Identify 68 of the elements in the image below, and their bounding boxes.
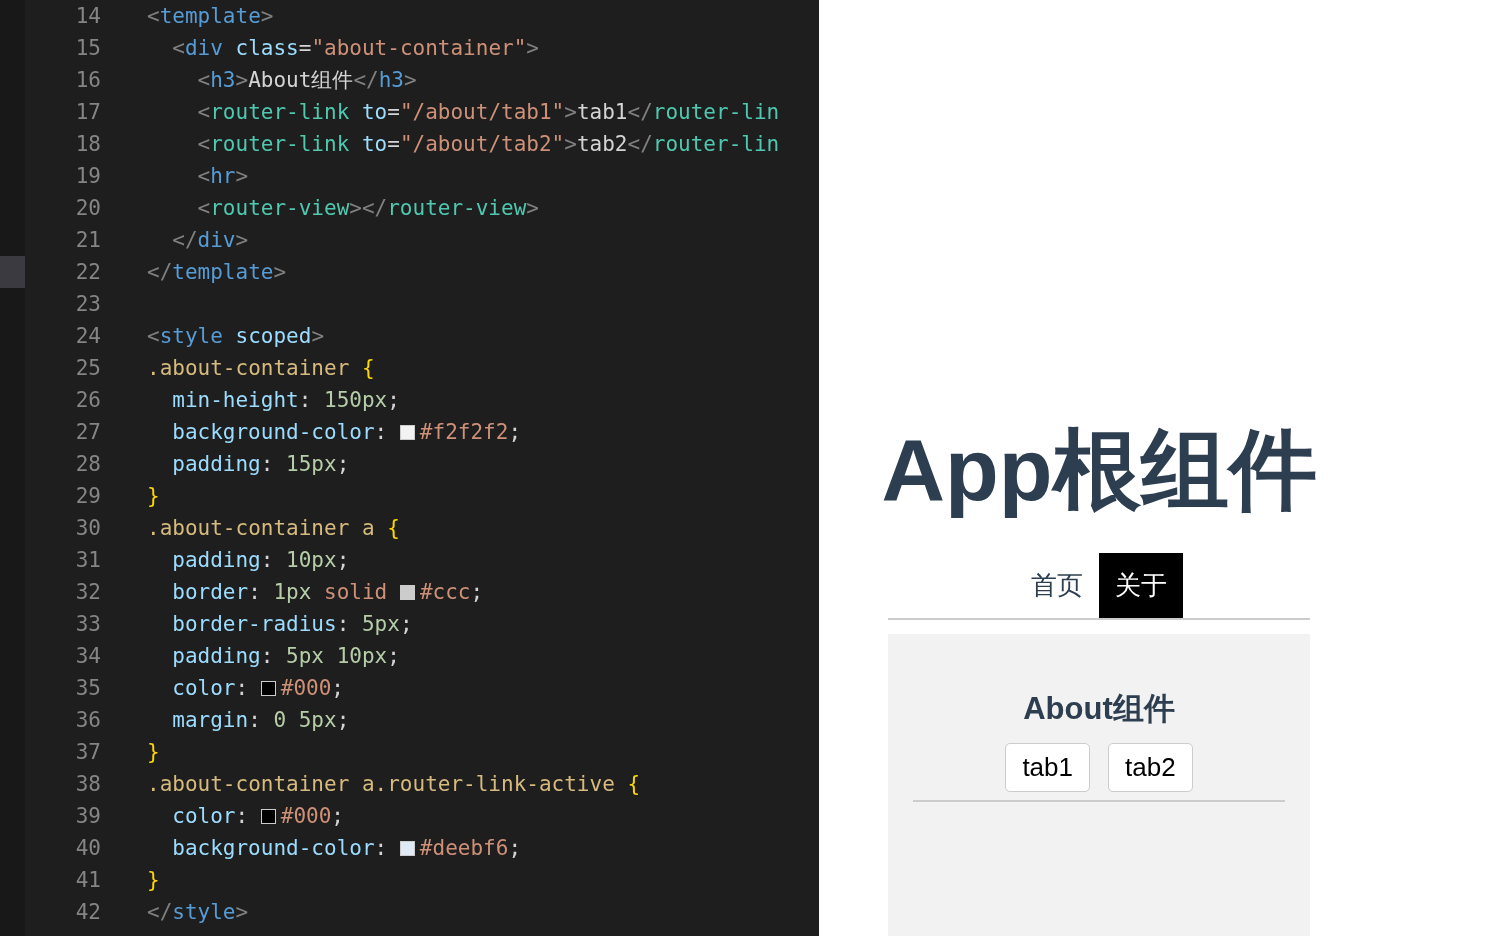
code-text: margin: 0 5px; <box>172 708 350 732</box>
line-number: 38 <box>74 772 102 796</box>
code-text: </style> <box>147 900 249 924</box>
line-number: 19 <box>74 164 102 188</box>
nav-link[interactable]: 首页 <box>1015 553 1099 618</box>
code-text: </template> <box>147 260 287 284</box>
code-text: <router-link to="/about/tab2">tab2</router-lin <box>197 132 780 156</box>
code-text: <div class="about-container"> <box>172 36 539 60</box>
line-number: 25 <box>74 356 102 380</box>
line-number: 39 <box>74 804 102 828</box>
line-number: 14 <box>74 4 102 28</box>
line-number: 24 <box>74 324 102 348</box>
code-text: #000; <box>280 804 344 828</box>
line-number: 33 <box>74 612 102 636</box>
nav-link[interactable]: 关于 <box>1099 553 1183 618</box>
code-text: padding: 15px; <box>172 452 350 476</box>
line-number: 23 <box>74 292 102 316</box>
code-text: #000; <box>280 676 344 700</box>
line-number: 40 <box>74 836 102 860</box>
line-number: 17 <box>74 100 102 124</box>
code-text: <router-view></router-view> <box>197 196 539 220</box>
tab-link[interactable]: tab2 <box>1108 743 1193 792</box>
line-number: 37 <box>74 740 102 764</box>
line-number: 21 <box>74 228 102 252</box>
line-number: 27 <box>74 420 102 444</box>
code-text: padding: 10px; <box>172 548 350 572</box>
tab-link[interactable]: tab1 <box>1005 743 1090 792</box>
code-text: } <box>147 868 160 892</box>
line-number: 42 <box>74 900 102 924</box>
code-text: #ccc; <box>419 580 484 604</box>
line-number: 22 <box>74 260 102 284</box>
about-heading: About组件 <box>1023 690 1175 728</box>
code-text: border: 1px solid <box>172 580 389 604</box>
code-text: #deebf6; <box>419 836 522 860</box>
code-text: background-color: <box>172 420 389 444</box>
line-number: 36 <box>74 708 102 732</box>
code-text: .about-container { <box>147 356 375 380</box>
line-number: 20 <box>74 196 102 220</box>
line-number: 35 <box>74 676 102 700</box>
code-text: <hr> <box>197 164 249 188</box>
line-number: 31 <box>74 548 102 572</box>
code-text: <h3>About组件</h3> <box>197 67 417 94</box>
code-text: min-height: 150px; <box>172 388 400 412</box>
code-text: color: <box>172 676 250 700</box>
code-text: </div> <box>172 228 249 252</box>
code-text: background-color: <box>172 836 389 860</box>
code-text: <style scoped> <box>147 324 325 348</box>
code-text: #f2f2f2; <box>419 420 522 444</box>
line-number: 41 <box>74 868 102 892</box>
line-number: 16 <box>74 68 102 92</box>
code-text: .about-container a.router-link-active { <box>147 772 641 796</box>
code-text: } <box>147 740 160 764</box>
line-number: 15 <box>74 36 102 60</box>
code-text: color: <box>172 804 250 828</box>
code-text: .about-container a { <box>147 516 400 540</box>
code-text: border-radius: 5px; <box>172 612 413 636</box>
code-text: <template> <box>147 4 274 28</box>
code-text: <router-link to="/about/tab1">tab1</router-lin <box>197 100 780 124</box>
line-number: 18 <box>74 132 102 156</box>
line-number: 32 <box>74 580 102 604</box>
line-number: 28 <box>74 452 102 476</box>
code-text: padding: 5px 10px; <box>172 644 400 668</box>
line-number: 34 <box>74 644 102 668</box>
line-number: 26 <box>74 388 102 412</box>
line-number: 30 <box>74 516 102 540</box>
code-text: } <box>147 484 160 508</box>
app-title: App根组件 <box>881 419 1317 521</box>
line-number: 29 <box>74 484 102 508</box>
